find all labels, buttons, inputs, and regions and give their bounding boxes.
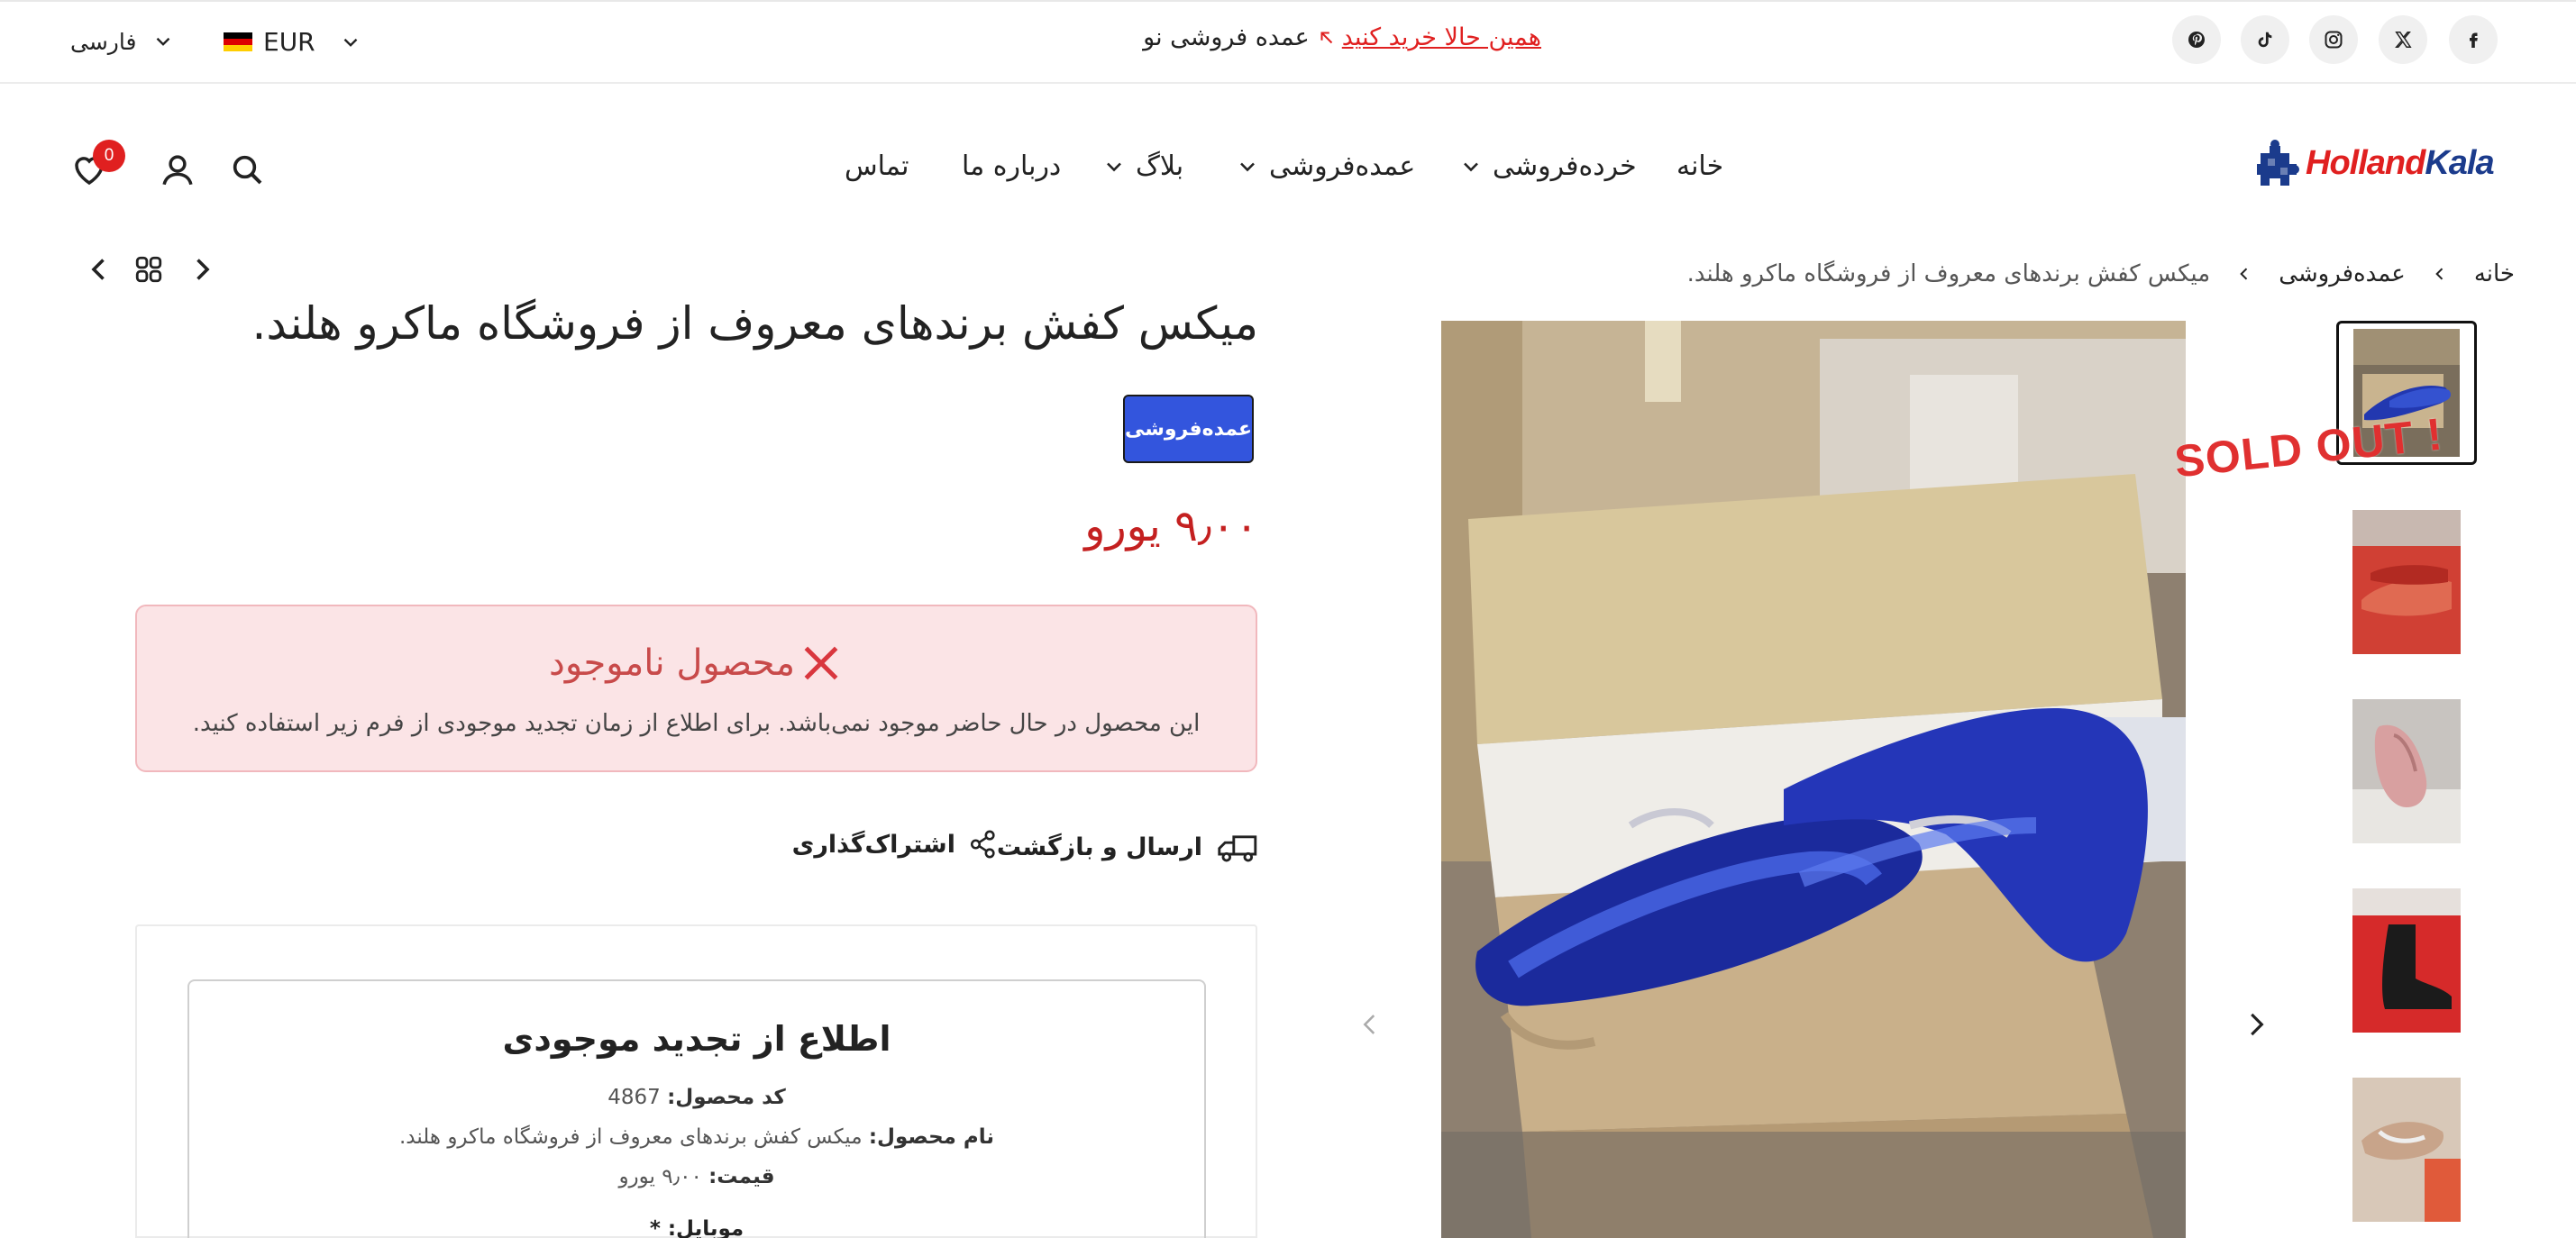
close-x-icon [804,646,838,680]
instagram-icon[interactable] [2309,15,2358,64]
breadcrumb-home[interactable]: خانه [2474,260,2515,287]
wishlist-count-badge: 0 [93,140,125,172]
announcement-link-label: همین حالا خرید کنید [1341,23,1541,51]
gallery-prev-arrow-icon[interactable] [1355,1009,1385,1040]
arrow-up-right-icon [1320,31,1332,43]
announcement: همین حالا خرید کنید عمده فروشی نو [1037,23,1541,51]
nav-item-contact-label: تماس [845,150,909,182]
nav-item-blog-label: بلاگ [1136,150,1184,182]
product-price-value: ۹٫۰۰ یورو [618,1165,702,1188]
chevron-down-icon [1107,162,1121,171]
grid-icon[interactable] [133,254,164,285]
germany-flag-icon [224,32,252,52]
product-price-line: قیمت: ۹٫۰۰ یورو [189,1165,1204,1188]
product-code-value: 4867 [607,1086,661,1109]
logo-text-part1: Holland [2306,143,2425,182]
chevron-right-icon[interactable] [186,253,218,286]
nav-item-about-label: درباره ما [962,150,1062,182]
product-code-line: کد محصول: 4867 [189,1086,1204,1109]
chevron-down-icon [343,38,357,47]
site-logo[interactable]: HollandKala [2255,135,2495,191]
out-of-stock-heading: محصول ناموجود [137,641,1256,686]
product-price: ۹٫۰۰ یورو [1084,501,1258,551]
currency-selector[interactable]: EUR [224,27,362,57]
x-icon[interactable] [2379,15,2427,64]
logo-text-part2: Kala [2425,143,2494,182]
category-button[interactable]: عمده‌فروشی [1123,395,1254,463]
nav-item-wholesale[interactable]: عمده‌فروشی [1235,150,1415,182]
nav-item-retail[interactable]: خرده‌فروشی [1458,150,1637,182]
logo-text: HollandKala [2306,143,2495,183]
product-title: میکس کفش برندهای معروف از فروشگاه ماکرو … [251,297,1258,350]
gallery-thumbnail-2[interactable] [2352,510,2461,654]
nav-item-home-label: خانه [1676,150,1724,182]
chevron-left-icon[interactable] [83,253,115,286]
gallery-thumbnail-5[interactable] [2352,1078,2461,1222]
language-selector[interactable]: فارسی [70,29,136,55]
gallery-thumbnail-3[interactable] [2352,699,2461,843]
nav-item-blog[interactable]: بلاگ [1101,150,1183,182]
restock-form: اطلاع از تجدید موجودی کد محصول: 4867 نام… [187,979,1206,1238]
shipping-returns-button[interactable]: ارسال و بازگشت [997,829,1258,865]
product-main-image[interactable] [1441,321,2186,1238]
restock-form-title: اطلاع از تجدید موجودی [502,1019,891,1059]
tiktok-icon[interactable] [2241,15,2289,64]
chevron-down-icon[interactable] [151,30,175,53]
gallery-next-arrow-icon[interactable] [2239,1007,2273,1042]
breadcrumb-current: میکس کفش برندهای معروف از فروشگاه ماکرو … [1686,260,2211,287]
chevron-left-icon [2240,268,2248,280]
currency-label: EUR [263,27,315,57]
chevron-left-icon [2435,268,2444,280]
out-of-stock-alert: محصول ناموجود این محصول در حال حاضر موجو… [135,605,1257,772]
share-label: اشتراک‌گذاری [791,830,955,859]
breadcrumb-category[interactable]: عمده‌فروشی [2279,260,2406,287]
product-name-label: نام محصول: [868,1125,995,1149]
product-code-label: کد محصول: [667,1086,786,1109]
nav-item-contact[interactable]: تماس [845,150,909,182]
facebook-icon[interactable] [2449,15,2498,64]
product-price-label: قیمت: [708,1165,775,1188]
product-name-line: نام محصول: میکس کفش برندهای معروف از فرو… [189,1125,1204,1149]
nav-item-retail-label: خرده‌فروشی [1493,150,1637,182]
mobile-field-label: موبایل: * [649,1217,744,1238]
share-icon [970,830,995,859]
out-of-stock-message: این محصول در حال حاضر موجود نمی‌باشد. بر… [192,710,1201,737]
chevron-down-icon [1464,162,1478,171]
pinterest-icon[interactable] [2172,15,2221,64]
nav-item-about[interactable]: درباره ما [962,150,1061,182]
nav-item-home[interactable]: خانه [1676,150,1723,182]
out-of-stock-title: محصول ناموجود [549,642,795,684]
chevron-down-icon [1240,162,1255,171]
product-name-value: میکس کفش برندهای معروف از فروشگاه ماکرو … [398,1125,863,1149]
gallery-thumbnail-4[interactable] [2352,888,2461,1033]
share-button[interactable]: اشتراک‌گذاری [792,829,999,860]
announcement-link[interactable]: همین حالا خرید کنید [1317,23,1541,51]
shipping-returns-label: ارسال و بازگشت [996,833,1202,861]
breadcrumb: خانه عمده‌فروشی میکس کفش برندهای معروف ا… [1687,260,2515,287]
sold-out-label: SOLD OUT ! [2171,408,2445,487]
nav-item-wholesale-label: عمده‌فروشی [1269,150,1416,182]
truck-icon [1218,835,1257,862]
search-icon[interactable] [229,151,265,187]
user-icon[interactable] [159,151,196,189]
logo-puzzle-icon [2257,140,2299,186]
announcement-text: عمده فروشی نو [1143,23,1310,51]
